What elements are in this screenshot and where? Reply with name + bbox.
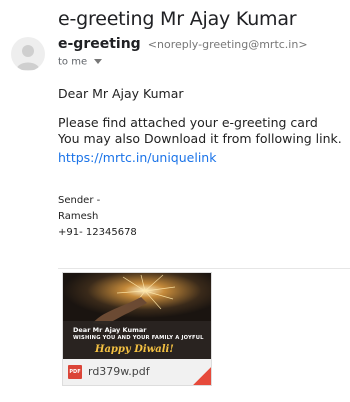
download-link[interactable]: https://mrtc.in/uniquelink <box>58 150 216 166</box>
sender-name[interactable]: e-greeting <box>58 36 141 52</box>
greeting-line: Dear Mr Ajay Kumar <box>58 86 184 101</box>
signature-phone: +91- 12345678 <box>58 227 137 238</box>
person-icon <box>16 45 40 70</box>
caret-down-icon[interactable] <box>94 56 103 67</box>
thumbnail-caption-wish: WISHING YOU AND YOUR FAMILY A JOYFUL <box>73 335 204 341</box>
sender-avatar[interactable] <box>11 37 45 71</box>
attachment-file-bar: PDF rd379w.pdf <box>63 359 211 385</box>
recipient-row[interactable]: to me <box>58 56 103 68</box>
thumbnail-caption-name: Dear Mr Ajay Kumar <box>73 326 147 334</box>
sender-row: e-greeting <noreply-greeting@mrtc.in> <box>58 33 308 52</box>
attachments-divider <box>58 268 350 269</box>
signature-label: Sender - <box>58 195 101 206</box>
message-line-1: Please find attached your e-greeting car… <box>58 115 318 130</box>
attachment-card[interactable]: Dear Mr Ajay Kumar WISHING YOU AND YOUR … <box>62 272 212 386</box>
email-subject: e-greeting Mr Ajay Kumar <box>58 8 297 30</box>
attachment-file-name[interactable]: rd379w.pdf <box>88 365 150 378</box>
corner-fold-icon <box>193 367 211 385</box>
recipient-label: to me <box>58 56 88 68</box>
message-line-2: You may also Download it from following … <box>58 131 342 146</box>
sender-email: <noreply-greeting@mrtc.in> <box>147 38 308 51</box>
signature-name: Ramesh <box>58 211 99 222</box>
thumbnail-caption-diwali: Happy Diwali! <box>95 344 174 355</box>
pdf-icon: PDF <box>68 365 82 379</box>
